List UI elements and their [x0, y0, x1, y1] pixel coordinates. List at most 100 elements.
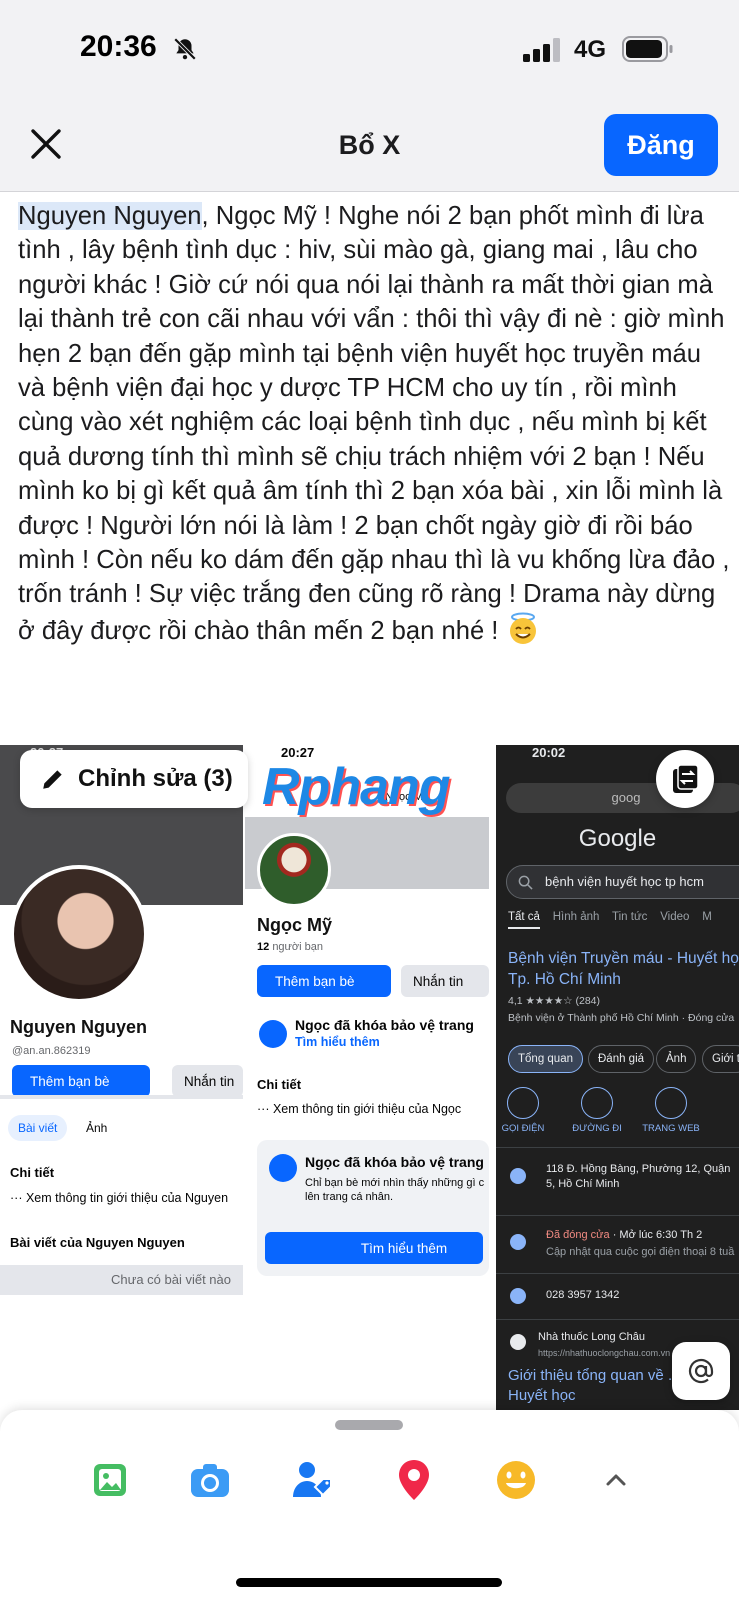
chip-photos: Ảnh	[656, 1045, 697, 1073]
location-pin-icon	[510, 1168, 526, 1184]
location-button[interactable]	[390, 1456, 438, 1504]
site-name: Nhà thuốc Long Châu	[538, 1331, 646, 1343]
message-button: Nhắn tin	[172, 1065, 243, 1097]
photo-button[interactable]	[86, 1456, 134, 1504]
attached-photo-3[interactable]: 20:02 goog Google bệnh viện huyết học tp…	[496, 745, 739, 1410]
message-label: Nhắn tin	[413, 973, 464, 989]
add-friend-label: Thêm bạn bè	[275, 973, 355, 989]
hours-line: Đã đóng cửa · Mở lúc 6:30 Th 2	[546, 1228, 702, 1243]
address-row: 118 Đ. Hồng Bàng, Phường 12, Quận 5, Hồ …	[496, 1147, 739, 1215]
chip-reviews: Đánh giá	[588, 1045, 655, 1073]
mention-tag[interactable]: Nguyen Nguyen	[18, 202, 202, 230]
card-body: Chỉ bạn bè mới nhìn thấy những gì c lên …	[305, 1177, 485, 1203]
tag-people-button[interactable]	[288, 1456, 336, 1504]
chip-intro: Giới t	[702, 1045, 739, 1073]
chevron-up-icon	[606, 1474, 626, 1486]
halo-smile-emoji-icon	[509, 612, 536, 644]
shield-lock-icon	[259, 1020, 287, 1048]
phone-text: 028 3957 1342	[546, 1289, 620, 1301]
attached-photos: 20:27 Nguyen Nguyen @an.an.862319 Thêm b…	[0, 745, 739, 1410]
address-text: 118 Đ. Hồng Bàng, Phường 12, Quận 5, Hồ …	[546, 1163, 731, 1190]
hours-row: Đã đóng cửa · Mở lúc 6:30 Th 2 Cập nhật q…	[496, 1215, 739, 1273]
tab-more: M	[702, 911, 712, 923]
search-query: bệnh viện huyết học tp hcm	[506, 865, 739, 899]
tab-news: Tin tức	[612, 911, 648, 923]
home-indicator	[236, 1578, 502, 1587]
mention-button[interactable]	[672, 1342, 730, 1400]
profile-name: Ngọc Mỹ	[257, 915, 333, 935]
bell-muted-icon	[173, 37, 197, 61]
tab-photos: Ảnh	[86, 1121, 108, 1135]
attached-photo-2[interactable]: 20:27 Ngọc Mỹ Ngọc Mỹ 12 người bạn Thêm …	[245, 745, 489, 1410]
details-link-text: Xem thông tin giới thiệu của Nguyen	[25, 1191, 229, 1205]
watermark-logo: Rphang	[262, 758, 451, 816]
friends-number: 12	[257, 941, 270, 953]
emoji-icon	[497, 1461, 535, 1499]
sheet-grabber[interactable]	[335, 1420, 403, 1430]
website-label: TRANG WEB	[642, 1123, 700, 1134]
card-title: Ngọc đã khóa bảo vệ trang	[305, 1154, 484, 1170]
profile-avatar	[10, 865, 148, 1003]
site-url: https://nhathuoclongchau.com.vn	[538, 1348, 671, 1358]
locked-profile-card: Ngọc đã khóa bảo vệ trang Chỉ bạn bè mới…	[257, 1140, 489, 1276]
post-button[interactable]: Đăng	[604, 114, 718, 176]
details-title: Chi tiết	[257, 1077, 302, 1092]
expand-button[interactable]	[592, 1456, 640, 1504]
search-tabs: Tất cả Hình ảnh Tin tức Video M	[508, 911, 712, 929]
add-friend-label: Thêm bạn bè	[30, 1073, 110, 1089]
learn-more-button: Tìm hiểu thêm	[265, 1232, 483, 1264]
details-link-text: Xem thông tin giới thiệu của Ngọc	[272, 1102, 462, 1116]
directions-label: ĐƯỜNG ĐI	[572, 1123, 622, 1134]
phone-icon	[507, 1087, 539, 1119]
details-title: Chi tiết	[10, 1165, 55, 1180]
composer-header: Bổ X Đăng	[0, 100, 739, 192]
divider	[0, 1095, 243, 1099]
google-logo: Google	[578, 825, 657, 852]
battery-icon	[622, 36, 673, 62]
hours-note: Cập nhật qua cuộc gọi điện thoại 8 tuầ	[546, 1246, 735, 1258]
globe-icon	[655, 1087, 687, 1119]
result-title: Bệnh viện Truyền máu - Huyết học Tp. Hồ …	[508, 950, 739, 988]
attached-photo-1[interactable]: 20:27 Nguyen Nguyen @an.an.862319 Thêm b…	[0, 745, 243, 1410]
learn-more-label: Tìm hiểu thêm	[360, 1240, 448, 1256]
learn-more-link: Tìm hiểu thêm	[295, 1035, 380, 1049]
signal-icon	[523, 38, 560, 62]
add-friend-button: Thêm bạn bè	[257, 965, 391, 997]
post-text-editor[interactable]: Nguyen Nguyen, Ngọc Mỹ ! Nghe nói 2 bạn …	[18, 199, 730, 648]
tab-video: Video	[660, 911, 690, 923]
details-link: ··· Xem thông tin giới thiệu của Ngọc	[257, 1102, 462, 1116]
photo-icon	[94, 1464, 126, 1496]
site-favicon-icon	[510, 1334, 526, 1350]
at-sign-icon	[688, 1358, 714, 1384]
directions-icon	[581, 1087, 613, 1119]
add-friend-button: Thêm bạn bè	[12, 1065, 150, 1097]
status-bar: 20:36 4G	[0, 0, 739, 100]
tab-posts: Bài viết	[8, 1115, 68, 1141]
composer-toolbar	[0, 1410, 739, 1600]
hours-open: · Mở lúc 6:30 Th 2	[609, 1229, 703, 1241]
chip-overview: Tổng quan	[508, 1045, 583, 1073]
phone-row: 028 3957 1342	[496, 1273, 739, 1319]
swap-cards-button[interactable]	[656, 750, 714, 808]
no-posts-notice: Chưa có bài viết nào	[0, 1265, 243, 1295]
profile-name: Nguyen Nguyen	[10, 1017, 148, 1037]
status-time: 20:36	[80, 30, 157, 63]
camera-button[interactable]	[186, 1456, 234, 1504]
post-body: , Ngọc Mỹ ! Nghe nói 2 bạn phốt mình đi …	[18, 202, 730, 645]
directions-action: ĐƯỜNG ĐI	[562, 1087, 632, 1134]
call-action: GỌI ĐIỆN	[496, 1087, 558, 1134]
hours-status: Đã đóng cửa	[546, 1229, 610, 1241]
camera-icon	[191, 1464, 229, 1497]
locked-title: Ngọc đã khóa bảo vệ trang	[295, 1017, 474, 1033]
search-icon	[518, 875, 533, 890]
feeling-button[interactable]	[492, 1456, 540, 1504]
tab-images: Hình ảnh	[552, 911, 600, 923]
swap-icon	[673, 764, 699, 793]
edit-photos-button[interactable]: Chỉnh sửa (3)	[20, 750, 248, 808]
message-label: Nhắn tin	[184, 1073, 235, 1089]
shield-lock-icon	[269, 1154, 297, 1182]
network-type: 4G	[574, 36, 607, 63]
clock-icon	[510, 1234, 526, 1250]
location-pin-icon	[399, 1460, 429, 1500]
call-label: GỌI ĐIỆN	[501, 1123, 545, 1134]
